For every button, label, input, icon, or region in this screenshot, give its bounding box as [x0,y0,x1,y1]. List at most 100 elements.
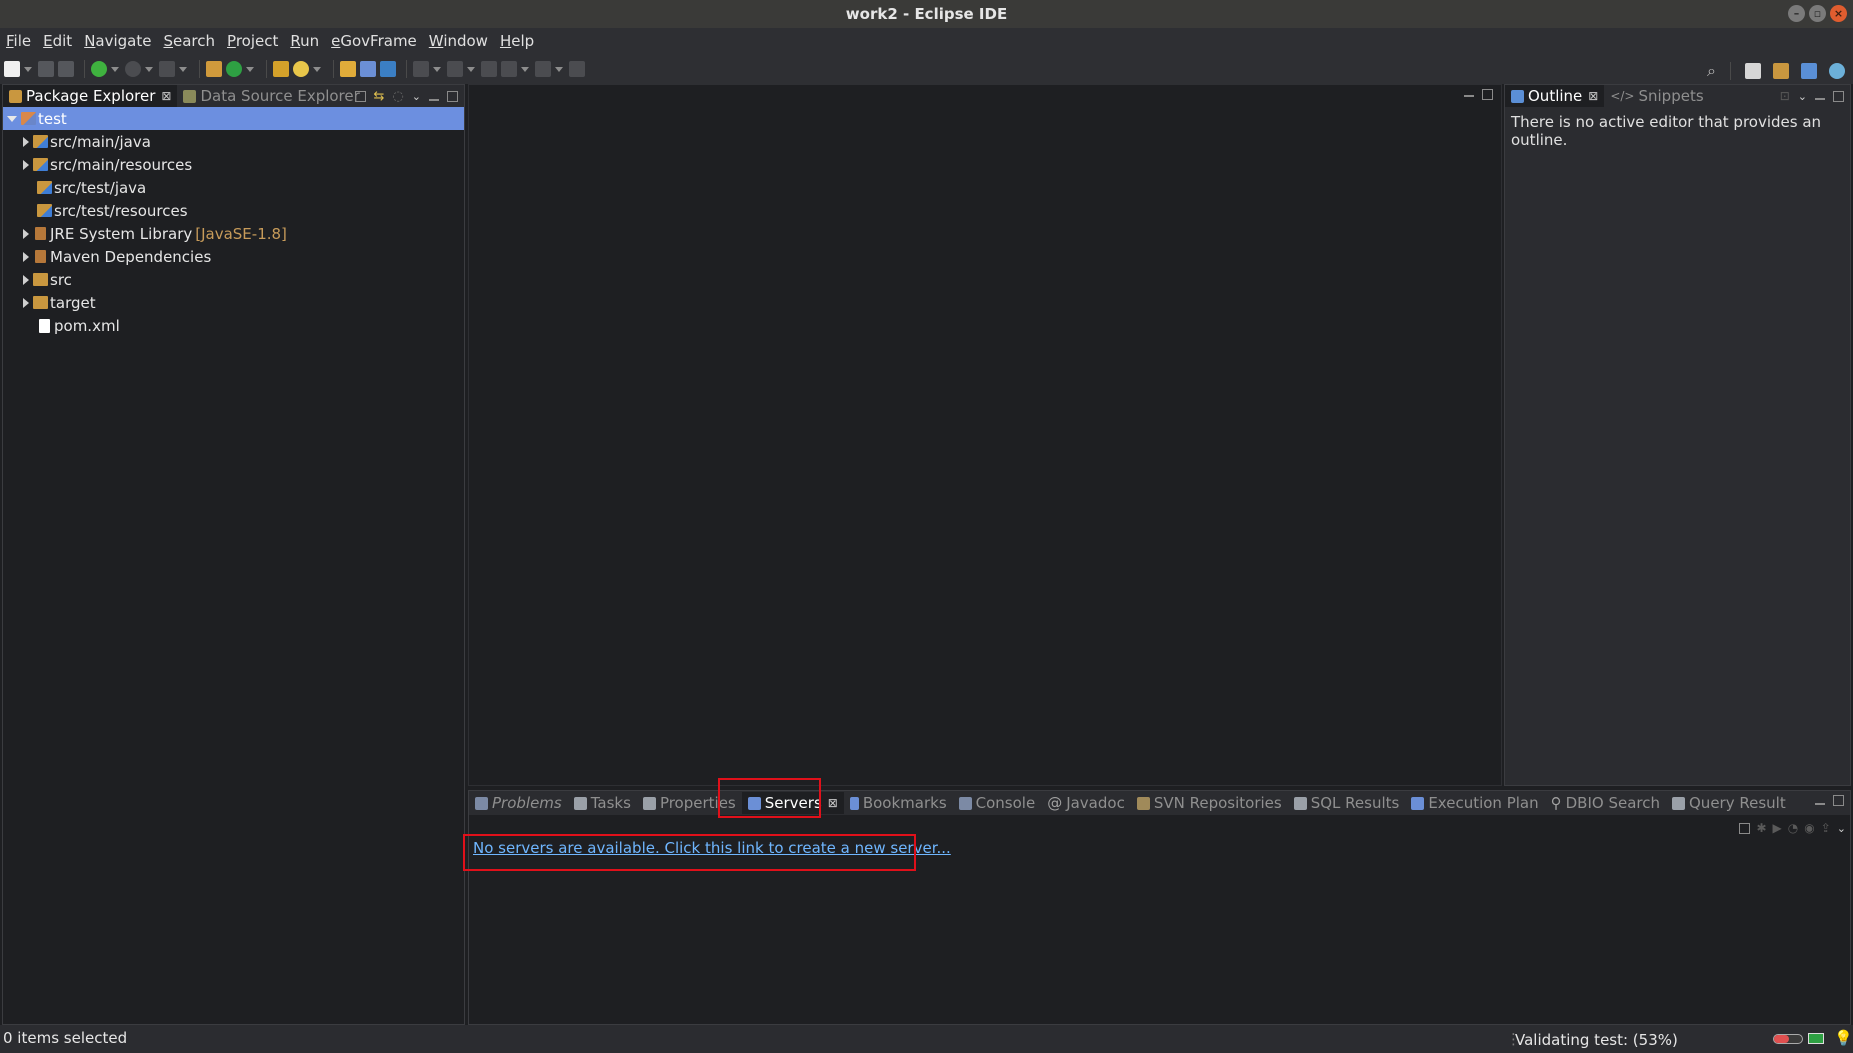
collapse-all-icon[interactable] [354,91,366,102]
save-icon[interactable] [38,61,54,77]
debug-server-icon[interactable]: ✱ [1756,821,1766,835]
menu-search[interactable]: Search [163,32,215,50]
expand-toggle[interactable] [23,159,29,170]
menu-project[interactable]: Project [227,32,278,50]
server-toolbar-icon[interactable] [360,61,376,77]
tree-item-test[interactable]: test [3,107,464,130]
expand-toggle[interactable] [7,115,17,122]
menu-window[interactable]: Window [429,32,488,50]
maximize-icon[interactable] [1833,90,1844,102]
tab-execution-plan[interactable]: Execution Plan [1405,792,1544,814]
tree-item-src-test-java[interactable]: src/test/java [3,176,464,199]
link-icon[interactable] [380,61,396,77]
run-icon[interactable] [125,61,141,77]
new-icon[interactable] [4,61,20,77]
new-java-package-icon[interactable] [206,61,222,77]
annotation-icon[interactable] [413,61,429,77]
tree-item-src-test-resources[interactable]: src/test/resources [3,199,464,222]
profile-server-icon[interactable]: ◔ [1788,821,1798,835]
menu-file[interactable]: File [6,32,31,50]
java-ee-perspective-icon[interactable] [1773,63,1789,79]
menu-run[interactable]: Run [290,32,319,50]
tab-query-result[interactable]: Query Result [1666,792,1792,814]
tab-package-explorer[interactable]: Package Explorer ⊠ [3,85,178,107]
menu-egovframe[interactable]: eGovFrame [331,32,417,50]
external-tools-icon[interactable] [159,61,175,77]
editor-minimize-icon[interactable] [1464,95,1474,97]
expand-toggle[interactable] [23,228,29,239]
progress-bar[interactable] [1773,1034,1803,1044]
forward-icon[interactable] [535,61,551,77]
java-perspective-icon[interactable] [1801,63,1817,79]
next-annotation-dropdown-icon[interactable] [467,66,475,72]
minimize-icon[interactable] [1815,98,1825,100]
editor-maximize-icon[interactable] [1482,89,1493,100]
new-dropdown-icon[interactable] [24,66,32,72]
menu-edit[interactable]: Edit [43,32,72,50]
view-menu-icon[interactable]: ⌄ [412,90,421,103]
tab-snippets[interactable]: </> Snippets [1604,85,1709,107]
tab-bookmarks[interactable]: Bookmarks [844,792,953,814]
tab-javadoc[interactable]: @ Javadoc [1041,792,1131,814]
expand-toggle[interactable] [23,274,29,285]
search-dropdown-icon[interactable] [313,66,321,72]
tree-item-src[interactable]: src [3,268,464,291]
back-dropdown-icon[interactable] [521,66,529,72]
link-with-editor-icon[interactable]: ⇆ [374,89,385,104]
open-perspective-icon[interactable] [1745,63,1761,79]
menu-help[interactable]: Help [500,32,534,50]
tree-item-jre-system-library[interactable]: JRE System Library [JavaSE-1.8] [3,222,464,245]
tab-console[interactable]: Console [953,792,1042,814]
search-icon[interactable]: ⌕ [1707,61,1716,81]
view-menu-icon[interactable]: ⌄ [1798,90,1807,103]
expand-toggle[interactable] [23,297,29,308]
run-dropdown-icon[interactable] [145,66,153,72]
minimize-icon[interactable] [1815,802,1825,805]
egov-perspective-icon[interactable] [1829,63,1845,79]
last-edit-icon[interactable] [481,61,497,77]
next-annotation-icon[interactable] [447,61,463,77]
back-icon[interactable] [501,61,517,77]
debug-dropdown-icon[interactable] [111,66,119,72]
background-tasks-icon[interactable] [1808,1033,1824,1044]
close-icon[interactable]: ⊠ [161,89,171,103]
progress-status[interactable]: Validating test: (53%) [1515,1031,1678,1049]
tree-item-src-main-resources[interactable]: src/main/resources [3,153,464,176]
tree-item-target[interactable]: target [3,291,464,314]
tree-item-pom-xml[interactable]: pom.xml [3,314,464,337]
tab-dbio-search[interactable]: ⚲ DBIO Search [1545,792,1666,814]
new-java-class-icon[interactable] [226,61,242,77]
save-all-icon[interactable] [58,61,74,77]
menu-navigate[interactable]: Navigate [84,32,151,50]
minimize-icon[interactable] [429,98,439,101]
stop-server-icon[interactable]: ◉ [1804,821,1814,835]
publish-icon[interactable]: ⇪ [1821,821,1831,835]
focus-icon[interactable]: ⊡ [1780,89,1790,103]
tree-item-maven-dependencies[interactable]: Maven Dependencies [3,245,464,268]
expand-toggle[interactable] [23,136,29,147]
external-tools-dropdown-icon[interactable] [179,66,187,72]
annotation-dropdown-icon[interactable] [433,66,441,72]
view-menu-icon[interactable]: ⌄ [1837,822,1846,835]
tree-item-src-main-java[interactable]: src/main/java [3,130,464,153]
tab-svn-repositories[interactable]: SVN Repositories [1131,792,1288,814]
tab-data-source-explorer[interactable]: Data Source Explorer [177,85,365,107]
tab-problems[interactable]: Problems [469,792,568,814]
collapse-all-icon[interactable] [1739,822,1751,834]
open-task-icon[interactable] [340,61,356,77]
maximize-icon[interactable] [447,91,458,102]
debug-icon[interactable] [91,61,107,77]
forward-dropdown-icon[interactable] [555,66,563,72]
tip-lightbulb-icon[interactable]: 💡 [1834,1029,1853,1047]
search-toolbar-icon[interactable] [293,61,309,77]
tab-outline[interactable]: Outline ⊠ [1505,85,1605,107]
tab-tasks[interactable]: Tasks [568,792,637,814]
close-window-button[interactable]: × [1830,5,1847,22]
new-class-dropdown-icon[interactable] [246,66,254,72]
pin-editor-icon[interactable] [569,61,585,77]
maximize-window-button[interactable]: ▫ [1809,5,1826,22]
start-server-icon[interactable]: ▶ [1773,821,1782,835]
tab-sql-results[interactable]: SQL Results [1288,792,1406,814]
open-type-icon[interactable] [273,61,289,77]
filter-icon[interactable]: ◌ [392,89,403,104]
